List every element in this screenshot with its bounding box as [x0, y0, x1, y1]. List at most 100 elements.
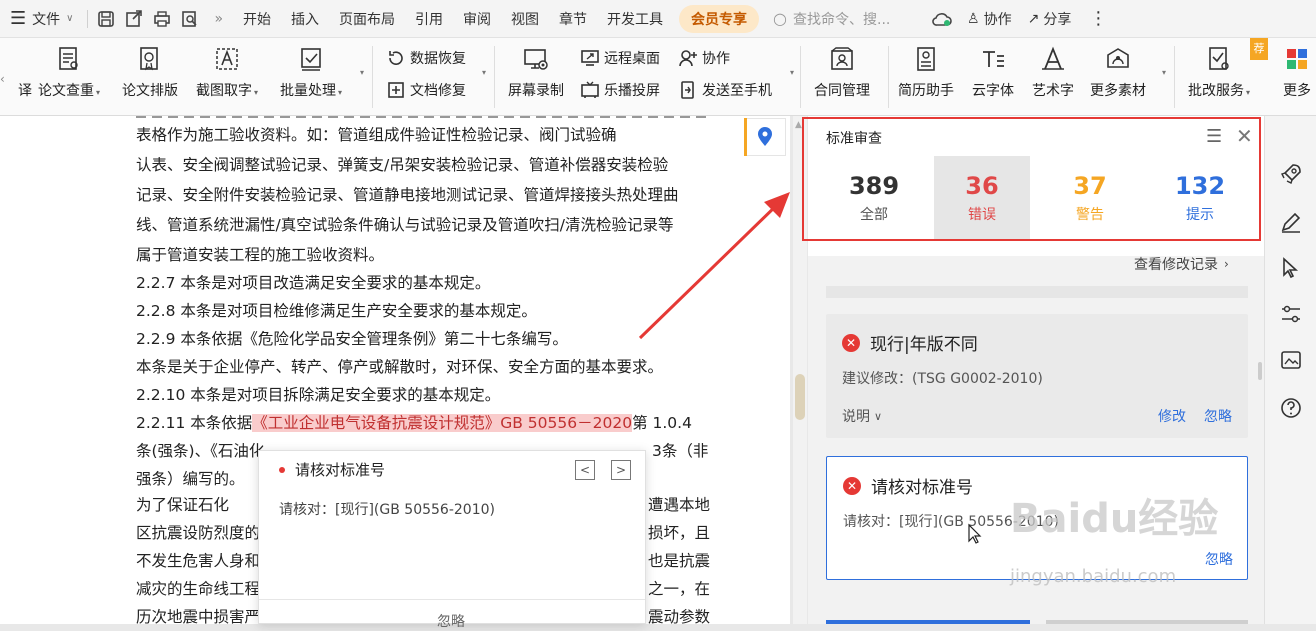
batch-process-button[interactable]: 批量处理 ▾ — [280, 44, 342, 100]
ignore-button[interactable]: 忽略 — [1204, 406, 1232, 426]
doc-line-fragment: 震动参数 — [648, 608, 711, 624]
group-dropdown-icon[interactable]: ▾ — [790, 68, 794, 77]
doc-line-fragment: 不发生危害人身和 — [136, 552, 261, 570]
save-icon — [98, 10, 115, 27]
cloud-font-button[interactable]: 云字体 — [972, 44, 1014, 100]
more-apps-button[interactable]: 更多 — [1282, 44, 1312, 100]
more-quick-access-button[interactable]: » — [204, 0, 233, 38]
popup-ignore-button[interactable]: 忽略 — [437, 611, 465, 631]
cast-screen-button[interactable]: 乐播投屏 — [580, 80, 660, 100]
divider — [800, 46, 801, 108]
print-button[interactable] — [148, 0, 176, 38]
ribbon-cooperate-button[interactable]: 协作 — [678, 48, 730, 68]
cast-icon — [581, 81, 599, 98]
highlighted-standard[interactable]: 《工业企业电气设备抗震设计规范》GB 50556－2020 — [252, 414, 633, 432]
more-material-button[interactable]: 更多素材 — [1090, 44, 1146, 100]
doc-line-fragment: 为了保证石化 — [136, 496, 230, 514]
group-dropdown-icon[interactable]: ▾ — [360, 68, 364, 77]
more-options-button[interactable]: ⋮ — [1079, 0, 1117, 38]
panel-scrollbar-thumb[interactable] — [1258, 362, 1262, 380]
data-recover-button[interactable]: 数据恢复 — [386, 48, 466, 68]
export-icon — [126, 9, 143, 27]
help-icon[interactable] — [1279, 396, 1303, 420]
tab-chapter[interactable]: 章节 — [549, 0, 597, 38]
history-link[interactable]: 查看修改记录 › — [1134, 254, 1229, 274]
ribbon-cooperate-label: 协作 — [702, 51, 730, 67]
standard-check-popup: 请核对标准号 < > 请核对：[现行](GB 50556-2010) 忽略 — [258, 450, 646, 630]
paper-check-button[interactable]: 论文查重 ▾ — [38, 44, 100, 100]
tab-page-layout[interactable]: 页面布局 — [329, 0, 405, 38]
contract-manage-button[interactable]: 合同管理 — [814, 44, 870, 100]
print-preview-button[interactable] — [176, 0, 204, 38]
doc-line: 2.2.7 本条是对项目改造满足安全要求的基本规定。 — [136, 274, 491, 292]
prev-button[interactable]: < — [575, 460, 595, 480]
tab-label: 视图 — [511, 11, 540, 28]
error-icon: ✕ — [842, 333, 860, 352]
tab-references[interactable]: 引用 — [405, 0, 453, 38]
remote-desktop-button[interactable]: 远程桌面 — [580, 48, 660, 68]
rocket-icon[interactable] — [1279, 162, 1303, 186]
file-menu[interactable]: ☰ 文件 ∨ — [0, 0, 83, 38]
doc-line-2211: 2.2.11 本条依据《工业企业电气设备抗震设计规范》GB 50556－2020… — [136, 408, 692, 438]
primary-action-button-edge[interactable] — [826, 620, 1030, 624]
error-icon: ✕ — [843, 476, 861, 495]
pen-icon[interactable] — [1279, 210, 1303, 234]
group-dropdown-icon[interactable]: ▾ — [482, 68, 486, 77]
export-pdf-button[interactable] — [120, 0, 148, 38]
save-button[interactable] — [92, 0, 120, 38]
divider — [888, 46, 889, 108]
modify-button[interactable]: 修改 — [1158, 406, 1186, 426]
next-button[interactable]: > — [611, 460, 631, 480]
ignore-button[interactable]: 忽略 — [1205, 549, 1233, 569]
secondary-action-button-edge[interactable] — [1046, 620, 1248, 624]
tab-review[interactable]: 审阅 — [453, 0, 501, 38]
image-tools-icon[interactable] — [1279, 348, 1303, 372]
popup-body: 请核对：[现行](GB 50556-2010) — [279, 502, 495, 518]
scrollbar-thumb[interactable] — [795, 374, 805, 420]
user-add-icon — [679, 50, 697, 67]
card-title: 现行|年版不同 — [870, 335, 978, 355]
explain-toggle[interactable]: 说明 ∨ — [842, 406, 882, 426]
screen-record-button[interactable]: 屏幕录制 — [508, 44, 564, 100]
chevron-left-icon: < — [579, 463, 591, 477]
correction-service-button[interactable]: 批改服务 ▾ — [1188, 44, 1250, 100]
sliders-icon[interactable] — [1279, 302, 1303, 326]
cursor-select-icon[interactable] — [1279, 256, 1303, 280]
popup-title-row: 请核对标准号 — [279, 459, 385, 480]
doc-line-fragment: 损坏，且 — [648, 524, 711, 542]
resume-icon — [917, 47, 935, 71]
tab-vip[interactable]: 会员专享 — [679, 4, 760, 33]
recommend-badge: 荐 — [1250, 38, 1268, 60]
art-text-button[interactable]: 艺术字 — [1032, 44, 1074, 100]
ribbon-scroll-left-icon[interactable]: ‹ — [0, 72, 5, 86]
cloud-sync-button[interactable] — [925, 0, 959, 38]
collapsed-card-strip — [826, 286, 1248, 298]
paper-check-icon — [59, 47, 78, 70]
paper-layout-button[interactable]: 论文排版 — [122, 44, 178, 100]
chevron-down-icon: ∨ — [874, 409, 883, 423]
ocr-button[interactable]: 截图取字 ▾ — [196, 44, 258, 100]
doc-line: 本条是关于企业停产、转产、停产或解散时，对环保、安全方面的基本要求。 — [136, 358, 664, 376]
tab-insert[interactable]: 插入 — [281, 0, 329, 38]
doc-repair-button[interactable]: 文档修复 — [386, 80, 466, 100]
doc-line-fragment: 遭遇本地 — [648, 496, 711, 514]
tab-developer[interactable]: 开发工具 — [597, 0, 673, 38]
tab-start[interactable]: 开始 — [233, 0, 281, 38]
scroll-up-icon[interactable]: ▲ — [795, 120, 802, 130]
issue-card[interactable]: ✕ 现行|年版不同 建议修改：(TSG G0002-2010) 说明 ∨ 修改 … — [826, 314, 1248, 438]
cloud-font-label: 云字体 — [972, 83, 1014, 99]
user-add-icon: ♙ — [967, 10, 980, 27]
location-pin-button[interactable] — [744, 118, 786, 156]
search-icon: ○ — [773, 9, 788, 28]
share-button[interactable]: ↗ 分享 — [1020, 0, 1080, 38]
tab-view[interactable]: 视图 — [501, 0, 549, 38]
command-search-input[interactable]: ○ 查找命令、搜... — [765, 9, 925, 29]
cooperate-button[interactable]: ♙ 协作 — [959, 0, 1020, 38]
send-to-phone-button[interactable]: 发送至手机 — [678, 80, 772, 100]
group-dropdown-icon[interactable]: ▾ — [1162, 68, 1166, 77]
more-icon: » — [214, 10, 224, 27]
data-recover-label: 数据恢复 — [410, 51, 466, 67]
resume-helper-button[interactable]: 简历助手 — [898, 44, 954, 100]
translate-button[interactable]: 译 — [10, 44, 40, 100]
tab-label: 章节 — [559, 11, 588, 28]
